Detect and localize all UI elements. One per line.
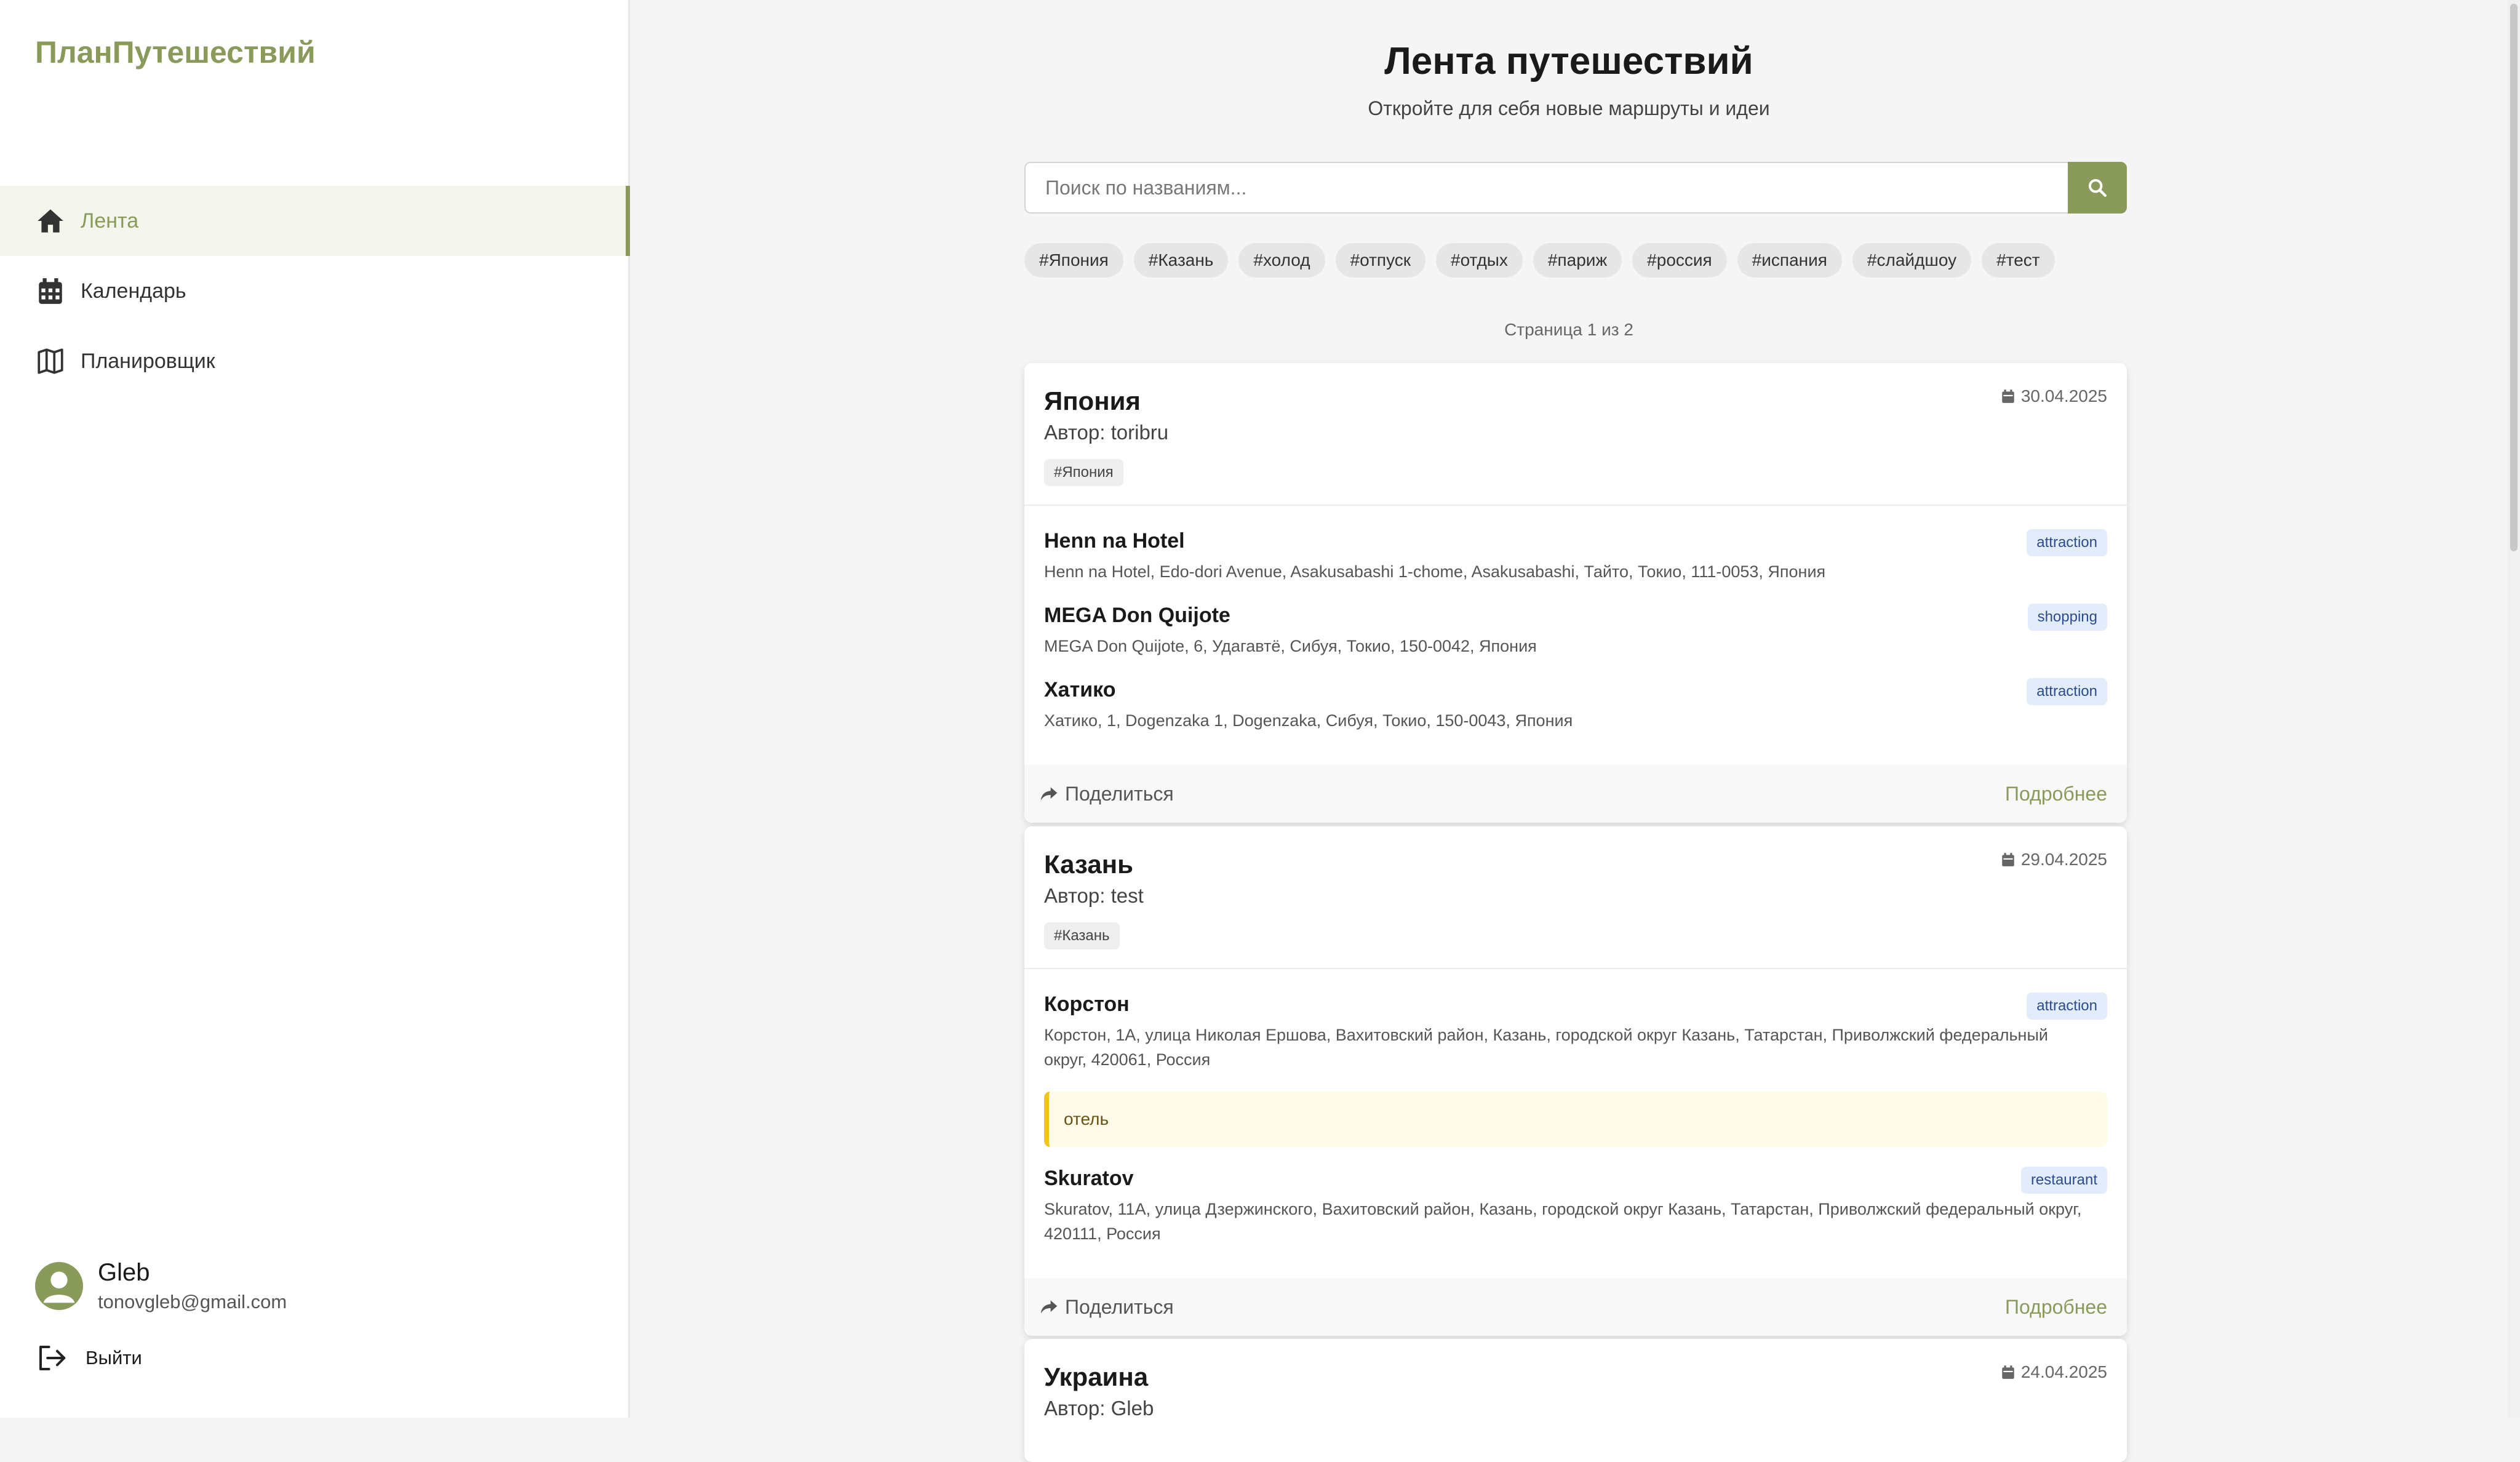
calendar-icon — [35, 276, 66, 306]
map-icon — [35, 346, 66, 377]
user-email: tonovgleb@gmail.com — [98, 1291, 287, 1312]
place-type-badge: attraction — [2027, 529, 2107, 556]
sidebar-item-label: Календарь — [81, 279, 186, 303]
share-button[interactable]: Поделиться — [1039, 1296, 1174, 1319]
place-address: Корстон, 1А, улица Николая Ершова, Вахит… — [1044, 1026, 2048, 1069]
post-card: Украина Автор: Gleb 24.04.2025 — [1024, 1339, 2127, 1462]
user-name: Gleb — [98, 1259, 150, 1286]
home-icon — [35, 206, 66, 236]
place-address: Skuratov, 11А, улица Дзержинского, Вахит… — [1044, 1200, 2082, 1243]
place-type-badge: attraction — [2027, 678, 2107, 705]
tag-chip[interactable]: #слайдшоу — [1852, 243, 1972, 278]
place-item: Корстон Корстон, 1А, улица Николая Ершов… — [1044, 993, 2107, 1072]
share-icon — [1040, 1300, 1058, 1314]
place-address: Хатико, 1, Dogenzaka 1, Dogenzaka, Сибуя… — [1044, 711, 1573, 730]
pagination-info: Страница 1 из 2 — [1504, 320, 1633, 339]
calendar-icon — [2002, 389, 2014, 403]
app-logo[interactable]: ПланПутешествий — [35, 34, 316, 70]
tag-chip[interactable]: #испания — [1737, 243, 1842, 278]
logout-button[interactable]: Выйти — [35, 1341, 142, 1375]
share-label: Поделиться — [1065, 1295, 1174, 1318]
sidebar-item-planner[interactable]: Планировщик — [0, 326, 630, 396]
search-button[interactable] — [2068, 162, 2127, 214]
logout-label: Выйти — [86, 1347, 142, 1368]
post-author: Автор: Gleb — [1044, 1397, 1154, 1420]
tag-chip[interactable]: #тест — [1982, 243, 2055, 278]
avatar — [35, 1262, 83, 1310]
logout-icon — [39, 1345, 66, 1371]
sidebar: ПланПутешествий Лента Календарь Планиров… — [0, 0, 630, 1418]
post-date-text: 24.04.2025 — [2020, 1362, 2107, 1381]
tag-chip[interactable]: #холод — [1238, 243, 1325, 278]
scrollbar-thumb[interactable] — [2510, 4, 2518, 551]
search-icon — [2088, 178, 2107, 197]
sidebar-item-label: Лента — [81, 209, 139, 233]
tag-filter-list: #Япония #Казань #холод #отпуск #отдых #п… — [1024, 243, 2055, 278]
place-type-badge: restaurant — [2020, 1167, 2107, 1194]
post-date: 29.04.2025 — [2000, 850, 2107, 869]
post-title[interactable]: Казань — [1044, 850, 2107, 879]
place-address: MEGA Don Quijote, 6, Удагавтё, Сибуя, То… — [1044, 637, 1537, 655]
place-item: Хатико Хатико, 1, Dogenzaka 1, Dogenzaka… — [1044, 678, 2107, 733]
place-type-badge: shopping — [2027, 604, 2107, 631]
post-title[interactable]: Япония — [1044, 386, 2107, 416]
sidebar-item-calendar[interactable]: Календарь — [0, 256, 630, 326]
sidebar-item-label: Планировщик — [81, 349, 215, 373]
search-bar — [1024, 162, 2127, 214]
place-name: Корстон — [1044, 993, 1130, 1016]
calendar-icon — [2002, 853, 2014, 866]
post-date: 24.04.2025 — [2000, 1362, 2107, 1382]
main-content: Лента путешествий Откройте для себя новы… — [630, 0, 2508, 1462]
place-name: Хатико — [1044, 678, 1116, 701]
post-card: Казань Автор: test #Казань 29.04.2025 Ко… — [1024, 826, 2127, 1336]
page-subtitle: Откройте для себя новые маршруты и идеи — [1368, 97, 1770, 119]
post-card: Япония Автор: toribru #Япония 30.04.2025… — [1024, 363, 2127, 823]
user-profile[interactable]: Gleb tonovgleb@gmail.com — [35, 1259, 287, 1313]
place-name: MEGA Don Quijote — [1044, 604, 1230, 627]
search-input[interactable] — [1024, 162, 2068, 214]
page-title: Лента путешествий — [1384, 40, 1753, 82]
share-label: Поделиться — [1065, 782, 1174, 805]
place-note: отель — [1044, 1092, 2107, 1147]
post-date-text: 30.04.2025 — [2020, 386, 2107, 405]
post-author: Автор: test — [1044, 884, 1144, 907]
tag-chip[interactable]: #россия — [1632, 243, 1727, 278]
place-type-badge: attraction — [2027, 993, 2107, 1020]
tag-chip[interactable]: #отпуск — [1335, 243, 1426, 278]
share-button[interactable]: Поделиться — [1039, 783, 1174, 805]
post-author: Автор: toribru — [1044, 421, 1169, 444]
tag-chip[interactable]: #париж — [1533, 243, 1622, 278]
place-name: Skuratov — [1044, 1167, 1134, 1190]
post-title[interactable]: Украина — [1044, 1362, 2107, 1392]
place-name: Henn na Hotel — [1044, 529, 1185, 553]
tag-chip[interactable]: #Япония — [1024, 243, 1123, 278]
share-icon — [1040, 787, 1058, 801]
post-tag[interactable]: #Япония — [1044, 459, 1123, 486]
tag-chip[interactable]: #отдых — [1436, 243, 1523, 278]
page-scrollbar[interactable] — [2508, 0, 2520, 1418]
post-tag[interactable]: #Казань — [1044, 922, 1120, 949]
place-item: MEGA Don Quijote MEGA Don Quijote, 6, Уд… — [1044, 604, 2107, 658]
place-item: Skuratov Skuratov, 11А, улица Дзержинско… — [1044, 1167, 2107, 1246]
calendar-icon — [2002, 1365, 2014, 1379]
sidebar-item-feed[interactable]: Лента — [0, 186, 630, 256]
place-address: Henn na Hotel, Edo-dori Avenue, Asakusab… — [1044, 562, 1826, 581]
details-link[interactable]: Подробнее — [2005, 1296, 2107, 1319]
post-date-text: 29.04.2025 — [2020, 850, 2107, 869]
post-date: 30.04.2025 — [2000, 386, 2107, 406]
tag-chip[interactable]: #Казань — [1133, 243, 1229, 278]
details-link[interactable]: Подробнее — [2005, 783, 2107, 805]
place-item: Henn na Hotel Henn na Hotel, Edo-dori Av… — [1044, 529, 2107, 584]
